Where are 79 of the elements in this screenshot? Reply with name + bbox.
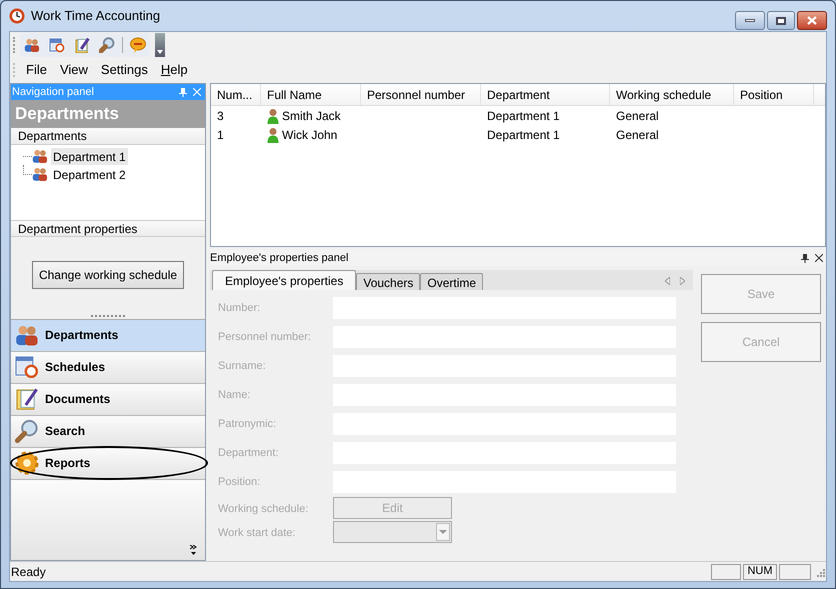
field-label: Surname: <box>218 360 266 372</box>
status-indicator: NUM <box>743 564 777 580</box>
calendar-icon <box>15 355 39 379</box>
people-icon <box>15 323 39 347</box>
field-label: Working schedule: <box>218 502 308 515</box>
table-cell-text: General <box>616 108 659 124</box>
search-button[interactable] <box>97 34 117 54</box>
column-header[interactable]: Num... <box>211 84 261 105</box>
close-icon <box>815 254 823 262</box>
navigation-button[interactable]: Departments <box>11 320 205 352</box>
maximize-button[interactable] <box>767 11 795 30</box>
status-text: Ready <box>11 564 47 580</box>
field-label: Department: <box>218 447 279 460</box>
tree-item[interactable]: Department 2 <box>51 166 128 182</box>
navigation-button[interactable]: Reports <box>11 448 205 480</box>
dropdown-field[interactable] <box>333 521 452 543</box>
column-header[interactable]: Working schedule <box>610 84 734 105</box>
field-label: Work start date: <box>218 526 296 539</box>
speech-bubble-icon <box>130 36 146 52</box>
menu-item[interactable]: View <box>54 60 94 80</box>
double-chevron-icon <box>190 545 197 556</box>
section-title: Departments <box>18 128 87 145</box>
calendar-icon <box>49 36 65 52</box>
toolbar-overflow-button[interactable] <box>155 32 165 56</box>
field-label: Name: <box>218 389 250 402</box>
section-title: Department properties <box>18 220 138 238</box>
column-header[interactable]: Personnel number <box>361 84 481 105</box>
person-icon <box>267 108 279 124</box>
people-icon <box>32 148 48 164</box>
column-header[interactable]: Department <box>481 84 610 105</box>
column-header[interactable]: Full Name <box>261 84 361 105</box>
column-header[interactable]: Position <box>734 84 814 105</box>
pin-icon <box>801 254 809 262</box>
menu-item[interactable]: Help <box>154 60 194 80</box>
search-icon <box>99 36 115 52</box>
close-icon <box>193 88 201 96</box>
search-icon <box>15 419 39 443</box>
pin-icon <box>179 88 187 96</box>
field-label: Personnel number: <box>218 331 311 344</box>
chat-button[interactable] <box>128 34 148 54</box>
minimize-button[interactable] <box>735 11 765 30</box>
people-icon <box>32 166 48 182</box>
menu-item[interactable]: File <box>20 60 53 80</box>
resize-grip-icon <box>815 566 825 576</box>
status-indicator <box>711 564 741 580</box>
tree-item[interactable]: Department 1 <box>51 148 128 164</box>
table-cell-text: Department 1 <box>487 126 560 144</box>
table-cell-text: 3 <box>217 108 224 124</box>
more-buttons-button[interactable] <box>190 545 197 556</box>
close-icon <box>807 16 817 25</box>
panel-heading: Departments <box>15 103 119 126</box>
status-indicator <box>779 564 811 580</box>
navigation-button[interactable]: Documents <box>11 384 205 416</box>
field-label: Number: <box>218 302 260 314</box>
clock-icon <box>9 8 25 24</box>
navigation-button[interactable]: Search <box>11 416 205 448</box>
table-cell-text: Department 1 <box>487 108 560 124</box>
caret-icon <box>157 50 163 54</box>
field-label: Patronymic: <box>218 418 276 430</box>
scroll-right-icon <box>680 277 685 285</box>
panel-title: Navigation panel <box>12 84 95 100</box>
person-icon <box>267 126 279 142</box>
table-cell-text: General <box>616 126 659 144</box>
menu-item[interactable]: Settings <box>94 60 154 80</box>
documents-icon <box>74 36 90 52</box>
field-label: Position: <box>218 476 260 488</box>
change-schedule-button[interactable]: Change working schedule <box>32 261 184 290</box>
people-icon <box>24 36 40 52</box>
table-cell-text: 1 <box>217 126 224 144</box>
dropdown-caret-icon <box>436 523 450 541</box>
table-cell-text: Wick John <box>282 126 338 144</box>
gear-icon <box>15 451 39 475</box>
navigation-button[interactable]: Schedules <box>11 352 205 384</box>
documents-icon <box>15 387 39 411</box>
panel-title: Employee's properties panel <box>210 250 350 266</box>
table-cell-text: Smith Jack <box>282 108 341 124</box>
scroll-left-icon <box>665 277 670 285</box>
window-title: Work Time Accounting <box>31 7 160 26</box>
close-button[interactable] <box>797 11 827 30</box>
